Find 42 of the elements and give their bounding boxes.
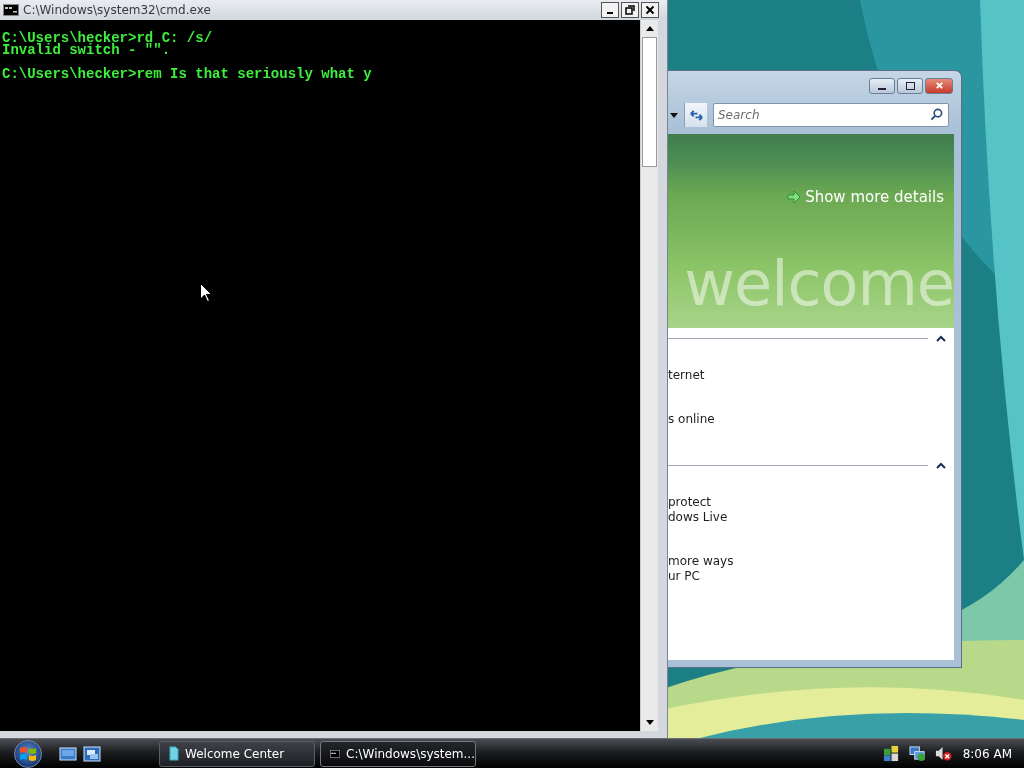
task-link[interactable]: s online <box>668 412 715 427</box>
clock[interactable]: 8:06 AM <box>962 746 1012 761</box>
scroll-thumb[interactable] <box>642 37 657 167</box>
console-line: Invalid switch - "". <box>2 44 171 56</box>
scroll-up-icon[interactable] <box>645 26 654 31</box>
scrollbar[interactable] <box>640 20 658 731</box>
banner-heading: welcome <box>684 251 954 317</box>
task-link[interactable]: protect dows Live <box>668 495 728 525</box>
collapse-chevron-icon[interactable] <box>936 334 946 342</box>
start-button[interactable] <box>14 739 42 768</box>
taskbar-button[interactable]: C:\Windows\system... <box>320 740 476 767</box>
minimize-button[interactable] <box>601 2 619 18</box>
search-icon <box>930 108 943 121</box>
restore-button[interactable] <box>621 2 639 18</box>
taskbar-button[interactable]: Welcome Center <box>159 740 315 767</box>
close-icon <box>645 5 655 15</box>
console-line: C:\Users\hecker>rem Is that seriously what y <box>2 68 372 80</box>
search-field[interactable]: Search <box>713 103 949 127</box>
switch-windows-icon[interactable] <box>83 745 101 762</box>
dropdown-arrow-icon[interactable] <box>670 112 678 118</box>
muted-speaker-icon[interactable] <box>934 745 952 762</box>
console-icon <box>330 747 341 760</box>
scroll-down-icon[interactable] <box>645 720 654 725</box>
restore-icon <box>625 5 635 15</box>
network-icon[interactable] <box>908 745 926 762</box>
task-link[interactable]: ternet <box>668 368 705 383</box>
minimize-button[interactable] <box>869 77 895 94</box>
close-button[interactable] <box>641 2 659 18</box>
document-icon <box>169 745 179 762</box>
minimize-icon <box>607 11 613 14</box>
maximize-button[interactable] <box>897 77 923 94</box>
arrow-icon <box>787 190 802 204</box>
mouse-pointer-icon <box>200 283 212 302</box>
refresh-button[interactable] <box>684 103 707 127</box>
show-desktop-icon[interactable] <box>59 745 77 762</box>
task-link[interactable]: more ways ur PC <box>668 554 734 584</box>
close-icon <box>934 81 944 90</box>
windows-update-icon[interactable] <box>882 745 900 762</box>
console-icon <box>3 4 19 16</box>
window-title: C:\Windows\system32\cmd.exe <box>23 3 212 17</box>
collapse-chevron-icon[interactable] <box>936 461 946 469</box>
console-line: C:\Users\hecker>rd C: /s/ <box>2 32 213 44</box>
